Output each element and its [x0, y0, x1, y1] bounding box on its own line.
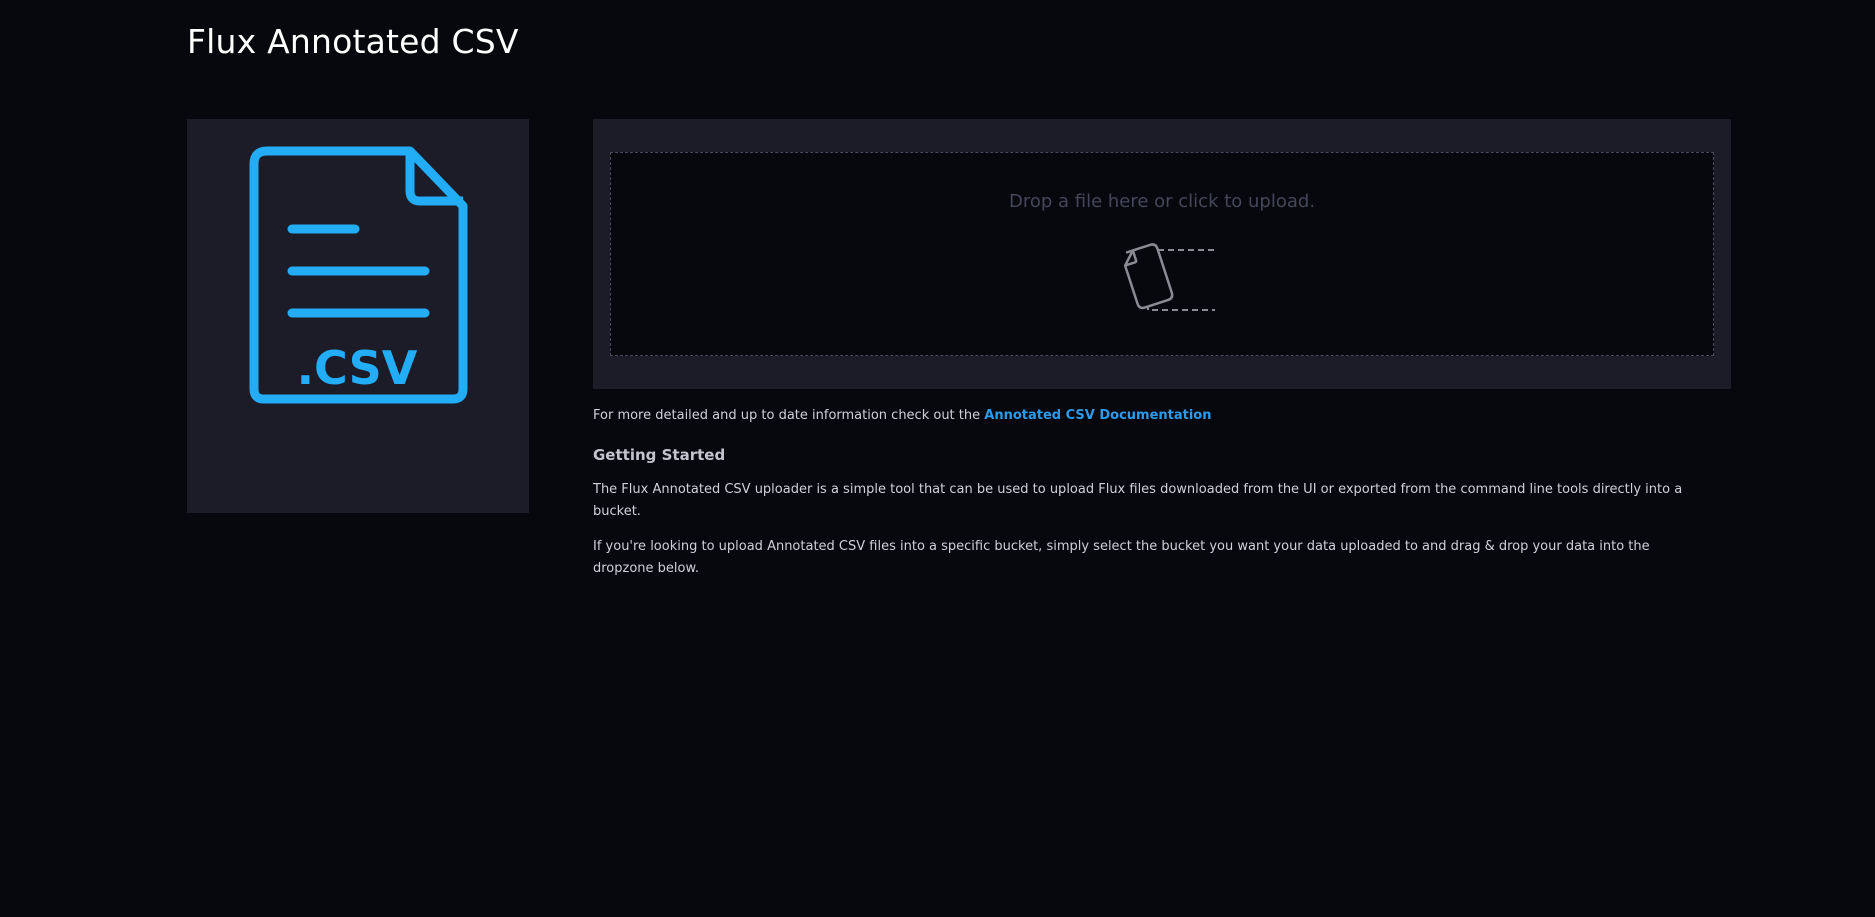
info-content: For more detailed and up to date informa… — [593, 405, 1731, 580]
dropzone-prompt: Drop a file here or click to upload. — [1008, 191, 1316, 212]
csv-icon-panel: .CSV — [187, 119, 529, 513]
documentation-info: For more detailed and up to date informa… — [593, 405, 1731, 427]
bucket-paragraph: If you're looking to upload Annotated CS… — [593, 539, 1650, 576]
csv-file-icon: .CSV — [249, 146, 468, 404]
annotated-csv-documentation-link[interactable]: Annotated CSV Documentation — [984, 408, 1211, 423]
upload-panel: Drop a file here or click to upload. — [593, 119, 1731, 389]
page-title: Flux Annotated CSV — [187, 22, 519, 61]
csv-extension-label: .CSV — [297, 341, 418, 395]
getting-started-heading: Getting Started — [593, 446, 726, 464]
file-dropzone[interactable]: Drop a file here or click to upload. — [610, 152, 1714, 356]
intro-paragraph: The Flux Annotated CSV uploader is a sim… — [593, 482, 1683, 519]
file-upload-icon — [1123, 243, 1215, 311]
documentation-info-text: For more detailed and up to date informa… — [593, 408, 985, 423]
page: Flux Annotated CSV .CSV Drop a file here… — [0, 0, 1875, 917]
